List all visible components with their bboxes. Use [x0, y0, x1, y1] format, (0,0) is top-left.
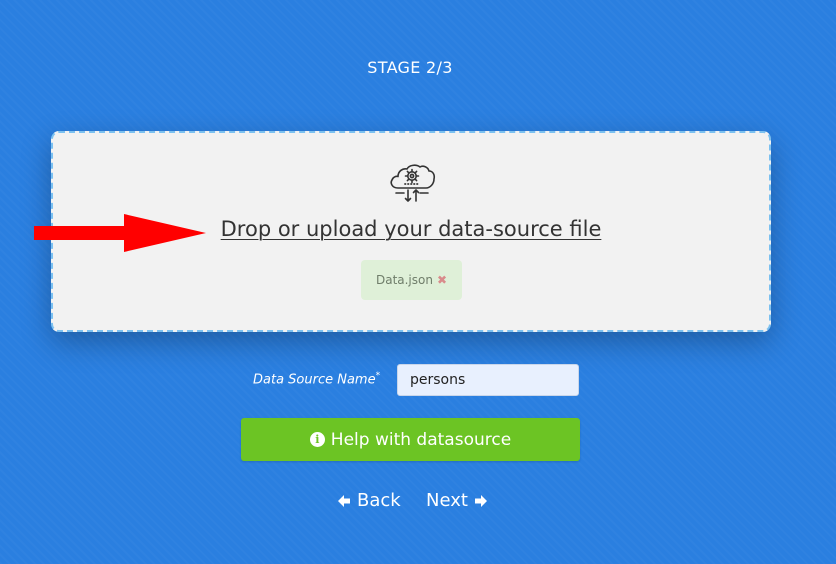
next-button[interactable]: Next: [426, 490, 489, 511]
remove-file-icon[interactable]: ✖: [437, 273, 447, 287]
help-button-label: Help with datasource: [330, 429, 512, 450]
required-mark: *: [375, 371, 381, 381]
cloud-gear-upload-icon: [390, 164, 436, 202]
next-label: Next: [426, 490, 468, 511]
annotation-arrow: [34, 214, 206, 252]
back-button[interactable]: Back: [336, 490, 401, 511]
help-datasource-button[interactable]: i Help with datasource: [241, 418, 580, 461]
arrow-right-icon: [474, 494, 487, 507]
file-name: Data.json: [375, 273, 433, 287]
arrow-left-icon: [338, 494, 350, 507]
datasource-name-label: Data Source Name*: [253, 371, 381, 388]
datasource-name-row: Data Source Name*: [0, 364, 836, 396]
stage-title: STAGE 2/3: [367, 58, 453, 77]
back-label: Back: [357, 490, 401, 511]
datasource-name-input[interactable]: [397, 364, 579, 396]
info-circle-icon: i: [309, 432, 325, 447]
uploaded-file-chip: Data.json ✖: [361, 260, 462, 300]
